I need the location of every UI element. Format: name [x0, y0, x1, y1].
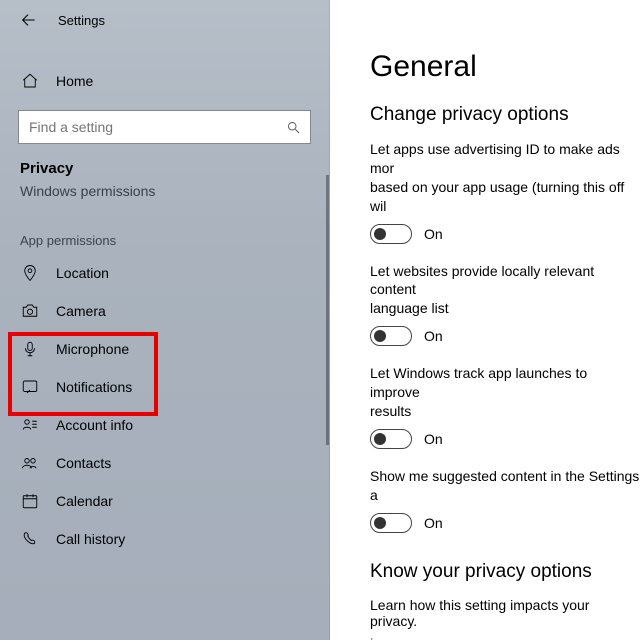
app-title: Settings: [58, 13, 105, 28]
toggle-advertising-id[interactable]: [370, 224, 412, 244]
sidebar: Settings Home Privacy Windows permission…: [0, 0, 330, 640]
privacy-option: Let websites provide locally relevant co…: [370, 262, 640, 347]
search-wrap: [0, 100, 329, 150]
privacy-option: Let apps use advertising ID to make ads …: [370, 140, 640, 244]
link-learn-more[interactable]: Learn more: [370, 633, 640, 640]
search-input[interactable]: [27, 118, 284, 136]
sidebar-item-camera[interactable]: Camera: [0, 292, 329, 330]
call-history-icon: [20, 529, 40, 549]
toggle-knob: [374, 330, 386, 342]
option-label: Let websites provide locally relevant co…: [370, 262, 640, 319]
home-label: Home: [56, 73, 93, 89]
toggle-language-list[interactable]: [370, 326, 412, 346]
option-label: Show me suggested content in the Setting…: [370, 467, 640, 505]
sidebar-item-notifications[interactable]: Notifications: [0, 368, 329, 406]
calendar-icon: [20, 491, 40, 511]
search-box[interactable]: [18, 110, 311, 144]
sidebar-item-label: Calendar: [56, 493, 113, 509]
toggle-state: On: [424, 515, 443, 531]
contacts-icon: [20, 453, 40, 473]
page-title: General: [370, 50, 640, 84]
section-title: Privacy: [0, 150, 329, 181]
toggle-track-launches[interactable]: [370, 429, 412, 449]
toggle-knob: [374, 517, 386, 529]
toggle-state: On: [424, 226, 443, 242]
toggle-knob: [374, 433, 386, 445]
account-info-icon: [20, 415, 40, 435]
content-pane: General Change privacy options Let apps …: [330, 0, 640, 640]
toggle-suggested-content[interactable]: [370, 513, 412, 533]
option-label: Let apps use advertising ID to make ads …: [370, 140, 640, 216]
section-subtitle[interactable]: Windows permissions: [0, 181, 329, 207]
section-heading: Know your privacy options: [370, 561, 640, 583]
toggle-state: On: [424, 328, 443, 344]
sidebar-item-account-info[interactable]: Account info: [0, 406, 329, 444]
option-label: Let Windows track app launches to improv…: [370, 364, 640, 421]
search-icon: [284, 118, 302, 136]
privacy-option: Let Windows track app launches to improv…: [370, 364, 640, 449]
sidebar-item-label: Contacts: [56, 455, 111, 471]
sidebar-item-label: Call history: [56, 531, 125, 547]
camera-icon: [20, 301, 40, 321]
group-label: App permissions: [0, 207, 329, 254]
notifications-icon: [20, 377, 40, 397]
sidebar-item-microphone[interactable]: Microphone: [0, 330, 329, 368]
microphone-icon: [20, 339, 40, 359]
sidebar-item-label: Microphone: [56, 341, 129, 357]
scrollbar[interactable]: [326, 175, 329, 445]
sidebar-item-label: Account info: [56, 417, 133, 433]
home-icon: [20, 71, 40, 91]
location-icon: [20, 263, 40, 283]
sidebar-item-label: Location: [56, 265, 109, 281]
sidebar-item-calendar[interactable]: Calendar: [0, 482, 329, 520]
sidebar-item-label: Notifications: [56, 379, 132, 395]
section-description: Learn how this setting impacts your priv…: [370, 597, 640, 629]
home-nav[interactable]: Home: [0, 62, 329, 100]
sidebar-item-call-history[interactable]: Call history: [0, 520, 329, 558]
privacy-option: Show me suggested content in the Setting…: [370, 467, 640, 533]
section-heading: Change privacy options: [370, 104, 640, 126]
toggle-knob: [374, 228, 386, 240]
title-bar: Settings: [0, 0, 329, 40]
sidebar-item-location[interactable]: Location: [0, 254, 329, 292]
sidebar-item-label: Camera: [56, 303, 106, 319]
sidebar-item-contacts[interactable]: Contacts: [0, 444, 329, 482]
toggle-state: On: [424, 431, 443, 447]
back-arrow-icon: [20, 12, 36, 28]
back-button[interactable]: [12, 4, 44, 36]
